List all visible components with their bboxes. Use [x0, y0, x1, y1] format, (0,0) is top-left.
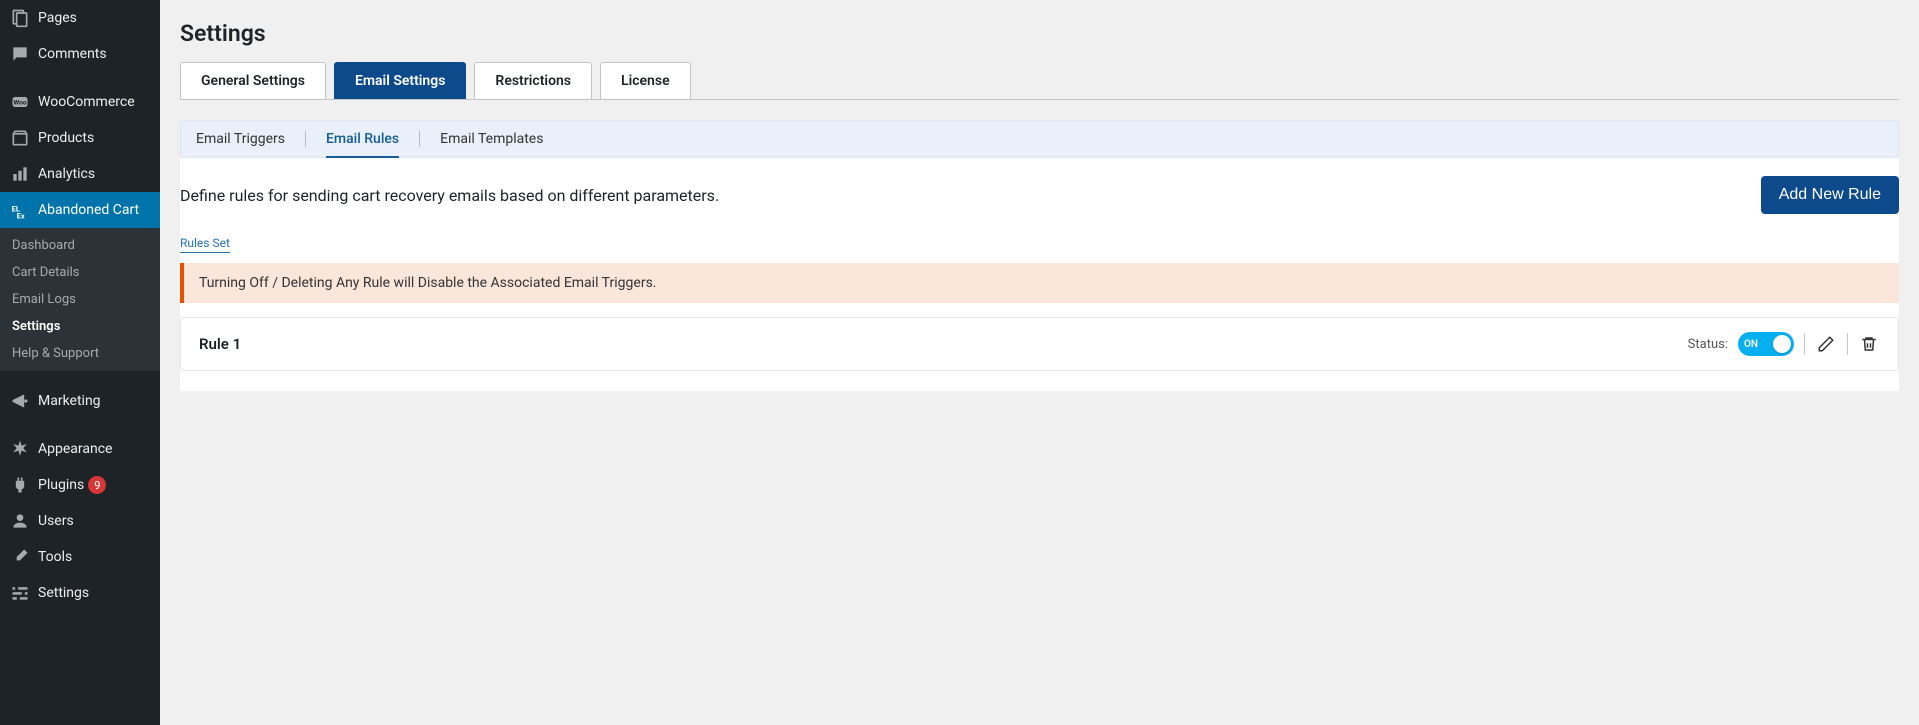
status-toggle[interactable]: ON [1738, 332, 1794, 356]
sidebar-item-comments[interactable]: Comments [0, 36, 160, 72]
sidebar-sub-settings[interactable]: Settings [0, 313, 160, 340]
sidebar-item-products[interactable]: Products [0, 120, 160, 156]
sidebar-item-label: Abandoned Cart [38, 202, 139, 218]
sidebar-item-woocommerce[interactable]: Woo WooCommerce [0, 84, 160, 120]
edit-rule-button[interactable] [1815, 333, 1837, 355]
sidebar-item-pages[interactable]: Pages [0, 0, 160, 36]
subtab-email-templates[interactable]: Email Templates [440, 121, 543, 157]
divider [1804, 333, 1805, 355]
warning-text: Turning Off / Deleting Any Rule will Dis… [199, 275, 656, 291]
sidebar-item-label: Users [38, 513, 74, 529]
tab-restrictions[interactable]: Restrictions [474, 62, 592, 99]
plugins-update-badge: 9 [88, 476, 106, 494]
sidebar-item-appearance[interactable]: Appearance [0, 431, 160, 467]
divider [1847, 333, 1848, 355]
woocommerce-icon: Woo [10, 92, 30, 112]
sidebar-item-marketing[interactable]: Marketing [0, 383, 160, 419]
toggle-knob [1773, 335, 1791, 353]
top-tabs: General Settings Email Settings Restrict… [180, 62, 1899, 100]
sidebar-item-analytics[interactable]: Analytics [0, 156, 160, 192]
settings-panel: Email Triggers Email Rules Email Templat… [180, 120, 1899, 391]
tab-email-settings[interactable]: Email Settings [334, 62, 466, 99]
users-icon [10, 511, 30, 531]
sidebar-item-plugins[interactable]: Plugins 9 [0, 467, 160, 503]
sidebar-sub-dashboard[interactable]: Dashboard [0, 232, 160, 259]
products-icon [10, 128, 30, 148]
subtab-email-triggers[interactable]: Email Triggers [196, 121, 285, 157]
divider [305, 131, 306, 147]
svg-text:Woo: Woo [13, 99, 26, 107]
sidebar-item-settings[interactable]: Settings [0, 575, 160, 611]
rules-set-label: Rules Set [180, 236, 230, 253]
sidebar-sub-help[interactable]: Help & Support [0, 340, 160, 367]
status-label: Status: [1688, 337, 1728, 352]
sidebar-item-abandoned-cart[interactable]: ELEx Abandoned Cart [0, 192, 160, 228]
delete-rule-button[interactable] [1858, 333, 1880, 355]
sidebar-sub-cart-details[interactable]: Cart Details [0, 259, 160, 286]
sidebar-submenu: Dashboard Cart Details Email Logs Settin… [0, 228, 160, 371]
sidebar-item-label: Marketing [38, 393, 101, 409]
rule-actions: Status: ON [1688, 332, 1880, 356]
sidebar-item-label: Pages [38, 10, 77, 26]
add-new-rule-button[interactable]: Add New Rule [1761, 176, 1899, 214]
appearance-icon [10, 439, 30, 459]
page-title: Settings [180, 20, 1899, 47]
sidebar-item-label: Products [38, 130, 94, 146]
sidebar-item-label: Appearance [38, 441, 112, 457]
sidebar-item-label: Plugins [38, 477, 84, 493]
marketing-icon [10, 391, 30, 411]
sidebar-sub-email-logs[interactable]: Email Logs [0, 286, 160, 313]
divider [419, 131, 420, 147]
description-row: Define rules for sending cart recovery e… [180, 158, 1899, 232]
sidebar-item-tools[interactable]: Tools [0, 539, 160, 575]
plugins-icon [10, 475, 30, 495]
sub-tabs: Email Triggers Email Rules Email Templat… [180, 120, 1899, 158]
svg-text:Ex: Ex [17, 211, 25, 220]
elex-icon: ELEx [10, 200, 30, 220]
tab-general-settings[interactable]: General Settings [180, 62, 326, 99]
rules-set-section: Rules Set Turning Off / Deleting Any Rul… [180, 232, 1899, 371]
main-content: Settings General Settings Email Settings… [160, 0, 1919, 725]
sidebar-item-label: Analytics [38, 166, 95, 182]
sidebar-item-label: WooCommerce [38, 94, 135, 110]
subtab-email-rules[interactable]: Email Rules [326, 121, 399, 157]
toggle-on-label: ON [1744, 339, 1758, 350]
sidebar-item-label: Tools [38, 549, 72, 565]
analytics-icon [10, 164, 30, 184]
pages-icon [10, 8, 30, 28]
admin-sidebar: Pages Comments Woo WooCommerce Products … [0, 0, 160, 725]
description-text: Define rules for sending cart recovery e… [180, 186, 719, 205]
rule-row: Rule 1 Status: ON [180, 317, 1899, 371]
sidebar-item-users[interactable]: Users [0, 503, 160, 539]
tools-icon [10, 547, 30, 567]
sidebar-item-label: Settings [38, 585, 89, 601]
comments-icon [10, 44, 30, 64]
sidebar-item-label: Comments [38, 46, 107, 62]
tab-license[interactable]: License [600, 62, 691, 99]
settings-icon [10, 583, 30, 603]
rule-name: Rule 1 [199, 335, 241, 353]
warning-box: Turning Off / Deleting Any Rule will Dis… [180, 263, 1899, 303]
